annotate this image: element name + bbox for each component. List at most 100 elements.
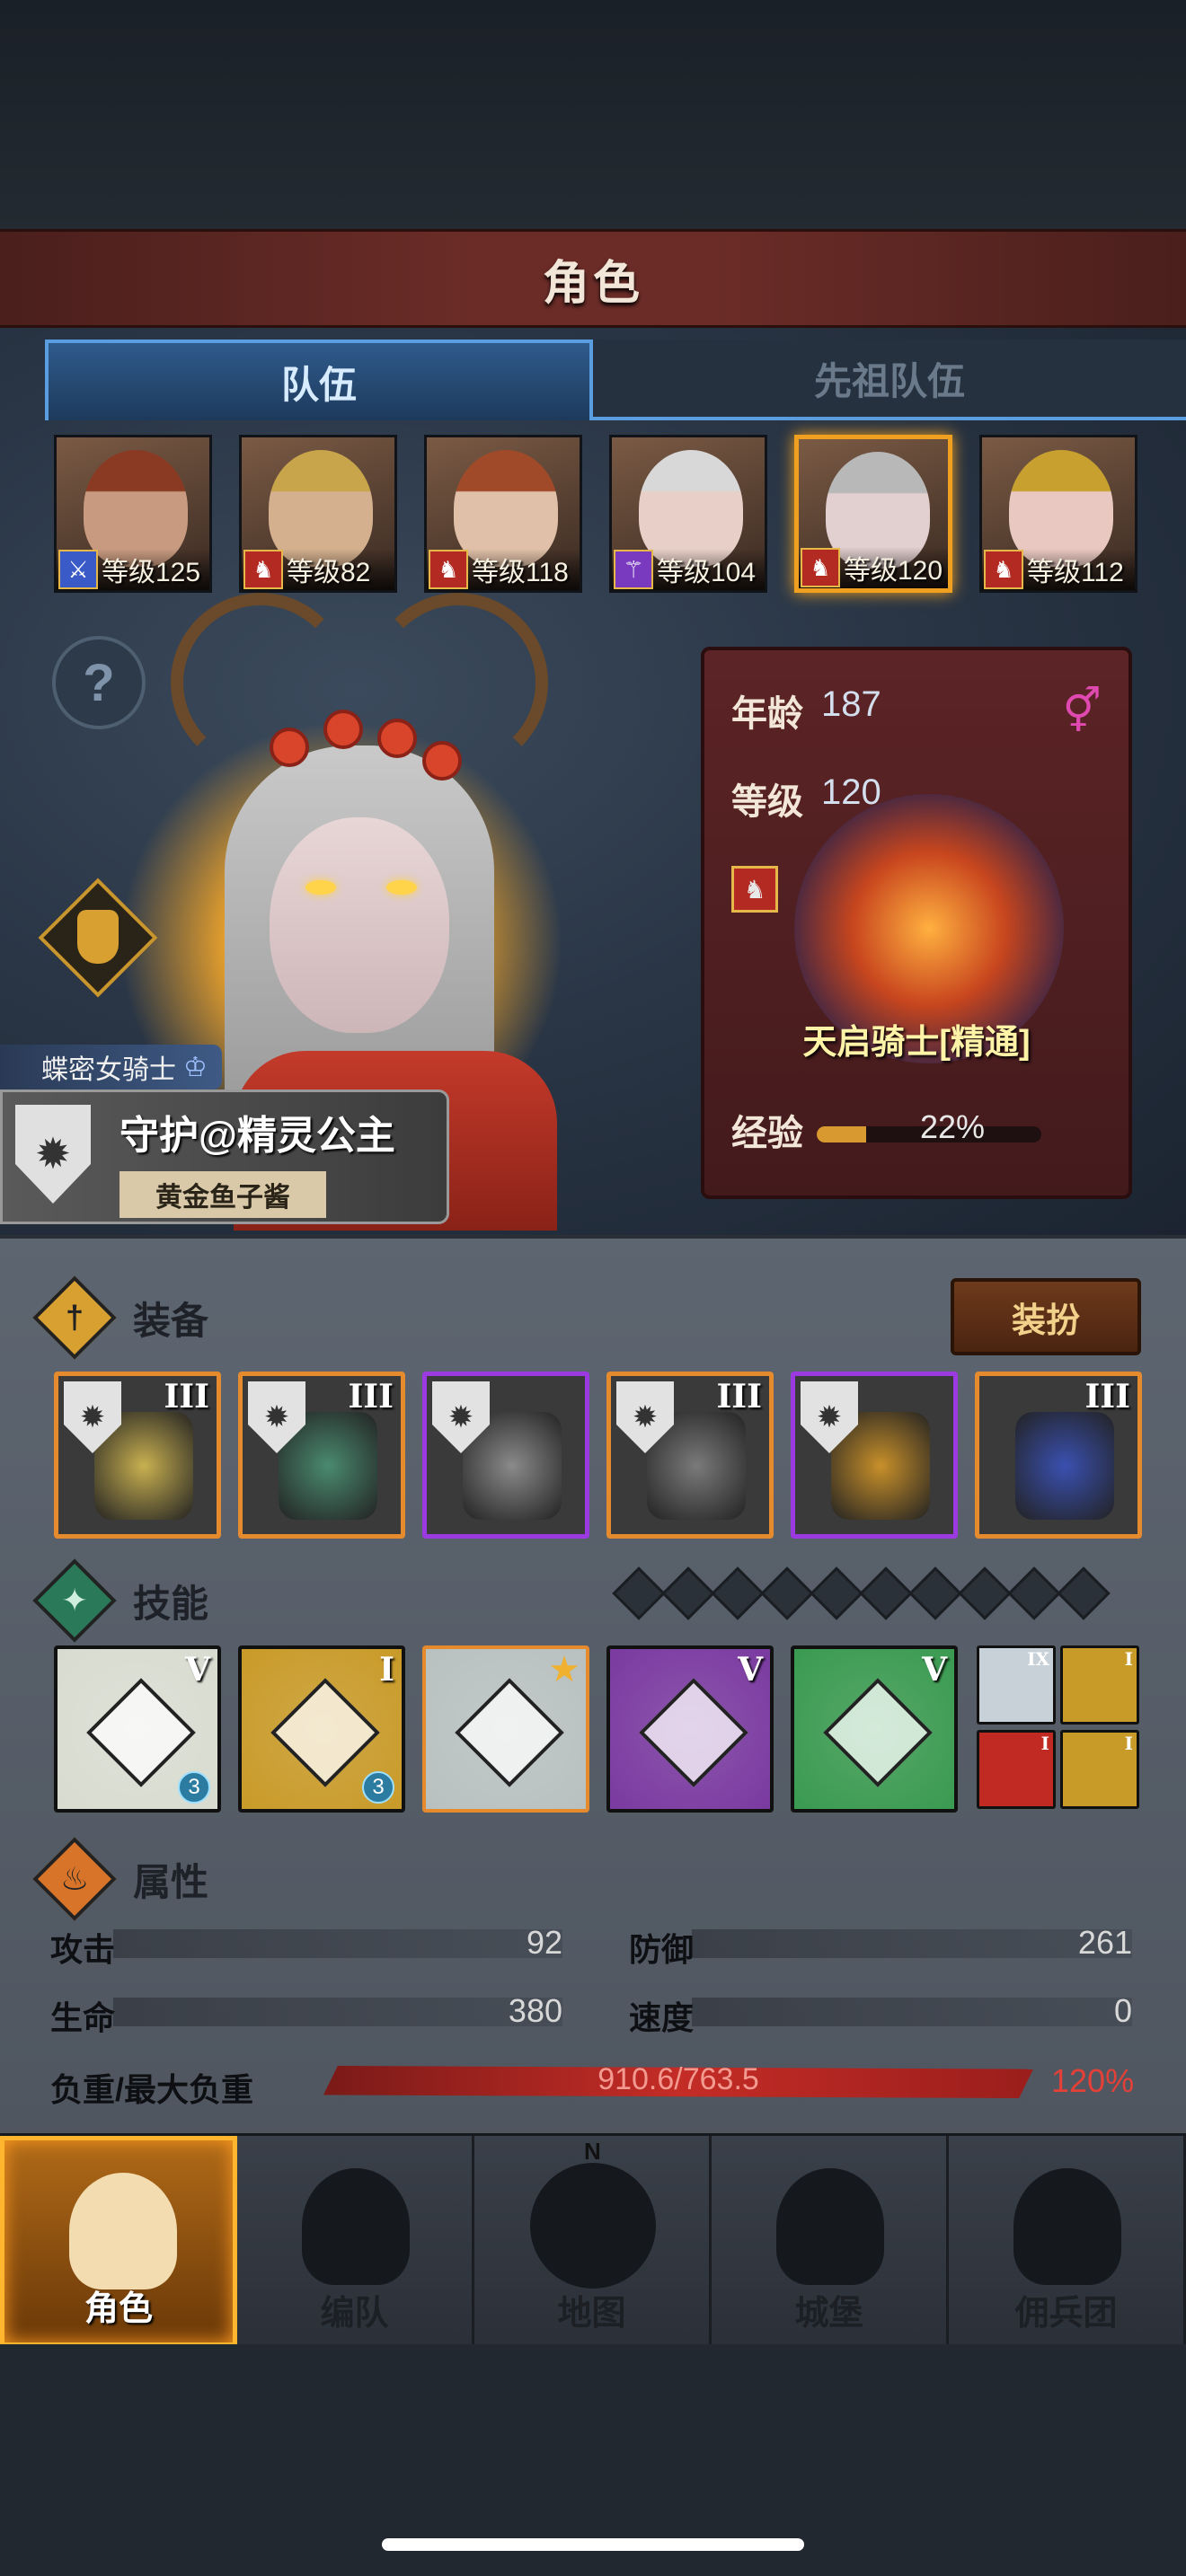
attributes-section-header: ♨ 属性 [32,1837,1150,1921]
skill-slot-dot [908,1566,962,1620]
horse-class-icon: ♞ [731,866,778,913]
nav-formation[interactable]: 编队 [237,2136,474,2347]
hero-eye [305,880,336,895]
home-indicator[interactable] [382,2538,804,2551]
skill-slot[interactable]: V [606,1645,774,1813]
character-name: 守护@精灵公主 [119,1114,395,1158]
equipment-slot[interactable]: ✹ III [238,1372,405,1539]
class-title: 蝶密女骑士 [41,1055,176,1085]
dress-up-button[interactable]: 装扮 [951,1278,1141,1355]
equipment-slot[interactable]: ✹ III [54,1372,221,1539]
defense-value: 261 [1077,1924,1132,1961]
mount-name: 天启骑士[精通] [802,1024,1031,1062]
tab-team[interactable]: 队伍 [45,340,593,420]
passive-skill-slot[interactable]: I [1060,1730,1139,1809]
attack-label: 攻击 [50,1931,116,1968]
passive-skill-slot[interactable]: I [1060,1645,1139,1725]
stat-hp: 生命 380 [50,1992,562,2036]
speed-label: 速度 [629,1999,695,2036]
party-member-portrait[interactable]: ⚔ 等级125 [54,435,212,593]
compass-north-label: N [584,2138,601,2165]
character-info-card: 年龄 187 ⚥ 等级 120 ♞ 天启骑士[精通] 经验 22% [701,647,1132,1199]
stat-speed: 速度 0 [629,1992,1132,2036]
passive-skill-slot[interactable]: IX [977,1645,1056,1725]
skill-tier: V [185,1651,210,1689]
portrait-level-row: ♞ 等级120 [799,547,948,588]
skill-slot-dot [1007,1566,1061,1620]
nav-map[interactable]: 地图 [474,2136,712,2347]
party-member-portrait[interactable]: ⚚ 等级104 [609,435,767,593]
skills-label: 技能 [133,1582,209,1625]
horse-icon: ♞ [984,550,1023,589]
weight-value: 910.6/763.5 [597,2062,759,2096]
crystal-icon [639,1678,748,1787]
equipment-slot[interactable]: ✹ [422,1372,589,1539]
hp-value: 380 [508,1992,562,2029]
stat-defense: 防御 261 [629,1924,1132,1968]
portrait-level-row: ♞ 等级112 [982,549,1135,590]
attack-value: 92 [526,1924,562,1961]
skill-slot[interactable]: V3 [54,1645,221,1813]
skill-slot-dot [958,1566,1012,1620]
party-member-portrait[interactable]: ♞ 等级112 [979,435,1137,593]
skill-slot-dot [760,1566,814,1620]
nav-label: 城堡 [794,2295,863,2333]
skill-tier: V [922,1651,947,1689]
nav-label: 地图 [557,2295,626,2333]
party-member-portrait[interactable]: ♞ 等级118 [424,435,582,593]
skill-slot-dot [810,1566,863,1620]
flower-crown [323,710,363,749]
party-member-portrait[interactable]: ♞ 等级82 [239,435,397,593]
skill-tier: I [1124,1648,1133,1670]
stat-bar [692,1998,1132,2026]
tier-label: III [716,1378,762,1416]
speed-value: 0 [1113,1992,1132,2029]
party-member-portrait[interactable]: ♞ 等级120 [794,435,952,593]
equipment-slot[interactable]: ✹ [791,1372,958,1539]
equipment-label: 装备 [133,1299,209,1342]
star-burst-icon: ✦ [32,1558,117,1643]
knight-icon [69,2173,177,2289]
nav-mercenary[interactable]: 佣兵团 [949,2136,1186,2347]
class-title-tag: 蝶密女骑士 ♔ [0,1045,222,1090]
equipment-slot[interactable]: III [975,1372,1142,1539]
age-value: 187 [821,684,881,724]
crown-icon: ♔ [183,1052,208,1082]
question-icon: ? [83,653,115,712]
nav-label: 编队 [320,2295,389,2333]
crystal-icon [270,1678,380,1787]
hp-label: 生命 [50,1999,116,2036]
castle-icon [776,2168,884,2285]
exp-label: 经验 [731,1114,803,1153]
skill-slot[interactable]: I3 [238,1645,405,1813]
skill-tier: I [1040,1733,1049,1754]
nav-character[interactable]: 角色 [0,2136,237,2347]
compass-icon [530,2163,656,2289]
stat-bar [113,1998,562,2026]
skill-slot-dot [1057,1566,1111,1620]
skill-slot-dot [859,1566,913,1620]
help-button[interactable]: ? [52,636,146,729]
skill-slot-dot [612,1566,666,1620]
potion-icon [77,910,119,964]
skill-slot[interactable]: V [791,1645,958,1813]
banner-icon [1013,2168,1121,2285]
hero-eye [386,880,417,895]
sun-shield-icon: ✹ [15,1105,91,1204]
name-plate[interactable]: ✹ 守护@精灵公主 黄金鱼子酱 [0,1090,449,1224]
attributes-label: 属性 [133,1860,209,1903]
skill-tier: IX [1027,1648,1049,1670]
defense-label: 防御 [629,1931,695,1968]
passive-skill-slot[interactable]: I [977,1730,1056,1809]
skill-count-badge: 3 [178,1771,210,1804]
potion-button[interactable] [38,878,158,998]
nav-castle[interactable]: 城堡 [712,2136,949,2347]
dagger-icon: † [32,1275,117,1360]
equipment-slot[interactable]: ✹ III [606,1372,774,1539]
skill-slot[interactable]: ★ [422,1645,589,1813]
portrait-level: 等级112 [1027,558,1124,587]
skill-count-badge: 3 [362,1771,394,1804]
tier-label: III [164,1378,209,1416]
tab-ancestor-team[interactable]: 先祖队伍 [593,340,1186,420]
tier-label: III [348,1378,394,1416]
